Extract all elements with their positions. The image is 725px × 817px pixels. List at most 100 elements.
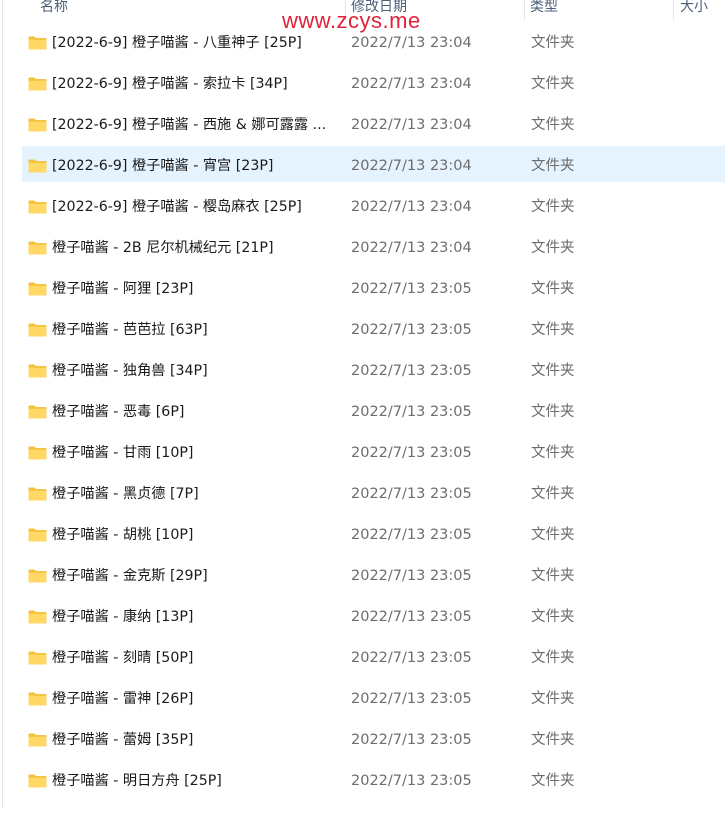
file-row[interactable]: 橙子喵酱 - 芭芭拉 [63P] 2022/7/13 23:05 文件夹 bbox=[0, 310, 725, 351]
file-name[interactable]: 橙子喵酱 - 胡桃 [10P] bbox=[52, 515, 342, 556]
file-row[interactable]: 橙子喵酱 - 明日方舟 [25P] 2022/7/13 23:05 文件夹 bbox=[0, 761, 725, 802]
file-list: [2022-6-9] 橙子喵酱 - 八重神子 [25P] 2022/7/13 23… bbox=[0, 23, 725, 802]
file-name[interactable]: 橙子喵酱 - 刻晴 [50P] bbox=[52, 638, 342, 679]
file-name[interactable]: 橙子喵酱 - 恶毒 [6P] bbox=[52, 392, 342, 433]
file-type: 文件夹 bbox=[531, 35, 575, 51]
column-name-header[interactable]: 名称 bbox=[40, 0, 68, 20]
folder-icon bbox=[28, 691, 47, 706]
file-explorer: 名称 修改日期 类型 大小 www.zcys.me [2022-6-9] 橙子喵… bbox=[0, 0, 725, 817]
file-modified-date: 2022/7/13 23:05 bbox=[351, 691, 472, 707]
column-divider[interactable] bbox=[524, 0, 525, 20]
file-type: 文件夹 bbox=[531, 568, 575, 584]
file-row[interactable]: 橙子喵酱 - 康纳 [13P] 2022/7/13 23:05 文件夹 bbox=[0, 597, 725, 638]
column-size-header[interactable]: 大小 bbox=[680, 0, 708, 20]
file-modified-date: 2022/7/13 23:04 bbox=[351, 76, 472, 92]
file-type: 文件夹 bbox=[531, 240, 575, 256]
file-type: 文件夹 bbox=[531, 404, 575, 420]
file-name[interactable]: 橙子喵酱 - 2B 尼尔机械纪元 [21P] bbox=[52, 228, 342, 269]
file-name[interactable]: 橙子喵酱 - 甘雨 [10P] bbox=[52, 433, 342, 474]
file-modified-date: 2022/7/13 23:05 bbox=[351, 445, 472, 461]
file-row[interactable]: [2022-6-9] 橙子喵酱 - 八重神子 [25P] 2022/7/13 23… bbox=[0, 23, 725, 64]
file-modified-date: 2022/7/13 23:05 bbox=[351, 568, 472, 584]
file-name[interactable]: 橙子喵酱 - 芭芭拉 [63P] bbox=[52, 310, 342, 351]
file-modified-date: 2022/7/13 23:05 bbox=[351, 773, 472, 789]
file-row[interactable]: [2022-6-9] 橙子喵酱 - 宵宫 [23P] 2022/7/13 23:0… bbox=[0, 146, 725, 187]
column-divider[interactable] bbox=[673, 0, 674, 20]
file-modified-date: 2022/7/13 23:04 bbox=[351, 117, 472, 133]
file-name[interactable]: [2022-6-9] 橙子喵酱 - 樱岛麻衣 [25P] bbox=[52, 187, 342, 228]
folder-icon bbox=[28, 281, 47, 296]
folder-icon bbox=[28, 322, 47, 337]
file-type: 文件夹 bbox=[531, 609, 575, 625]
file-row[interactable]: 橙子喵酱 - 雷神 [26P] 2022/7/13 23:05 文件夹 bbox=[0, 679, 725, 720]
file-modified-date: 2022/7/13 23:04 bbox=[351, 199, 472, 215]
file-name[interactable]: 橙子喵酱 - 阿狸 [23P] bbox=[52, 269, 342, 310]
file-type: 文件夹 bbox=[531, 732, 575, 748]
file-name[interactable]: 橙子喵酱 - 独角兽 [34P] bbox=[52, 351, 342, 392]
column-type-header[interactable]: 类型 bbox=[530, 0, 558, 20]
file-row[interactable]: 橙子喵酱 - 刻晴 [50P] 2022/7/13 23:05 文件夹 bbox=[0, 638, 725, 679]
file-modified-date: 2022/7/13 23:05 bbox=[351, 486, 472, 502]
folder-icon bbox=[28, 76, 47, 91]
file-name[interactable]: 橙子喵酱 - 蕾姆 [35P] bbox=[52, 720, 342, 761]
file-modified-date: 2022/7/13 23:05 bbox=[351, 732, 472, 748]
folder-icon bbox=[28, 117, 47, 132]
file-row[interactable]: 橙子喵酱 - 恶毒 [6P] 2022/7/13 23:05 文件夹 bbox=[0, 392, 725, 433]
file-name[interactable]: 橙子喵酱 - 黑贞德 [7P] bbox=[52, 474, 342, 515]
file-row[interactable]: 橙子喵酱 - 金克斯 [29P] 2022/7/13 23:05 文件夹 bbox=[0, 556, 725, 597]
file-row[interactable]: 橙子喵酱 - 蕾姆 [35P] 2022/7/13 23:05 文件夹 bbox=[0, 720, 725, 761]
file-row[interactable]: [2022-6-9] 橙子喵酱 - 樱岛麻衣 [25P] 2022/7/13 23… bbox=[0, 187, 725, 228]
file-name[interactable]: [2022-6-9] 橙子喵酱 - 八重神子 [25P] bbox=[52, 23, 342, 64]
folder-icon bbox=[28, 609, 47, 624]
file-modified-date: 2022/7/13 23:04 bbox=[351, 158, 472, 174]
file-row[interactable]: 橙子喵酱 - 黑贞德 [7P] 2022/7/13 23:05 文件夹 bbox=[0, 474, 725, 515]
file-modified-date: 2022/7/13 23:05 bbox=[351, 281, 472, 297]
file-row[interactable]: 橙子喵酱 - 独角兽 [34P] 2022/7/13 23:05 文件夹 bbox=[0, 351, 725, 392]
folder-icon bbox=[28, 773, 47, 788]
file-row[interactable]: 橙子喵酱 - 阿狸 [23P] 2022/7/13 23:05 文件夹 bbox=[0, 269, 725, 310]
folder-icon bbox=[28, 404, 47, 419]
file-type: 文件夹 bbox=[531, 117, 575, 133]
file-type: 文件夹 bbox=[531, 773, 575, 789]
folder-icon bbox=[28, 445, 47, 460]
folder-icon bbox=[28, 486, 47, 501]
file-modified-date: 2022/7/13 23:05 bbox=[351, 609, 472, 625]
file-name[interactable]: [2022-6-9] 橙子喵酱 - 宵宫 [23P] bbox=[52, 146, 342, 187]
file-modified-date: 2022/7/13 23:05 bbox=[351, 404, 472, 420]
file-row[interactable]: 橙子喵酱 - 2B 尼尔机械纪元 [21P] 2022/7/13 23:04 文件夹 bbox=[0, 228, 725, 269]
folder-icon bbox=[28, 568, 47, 583]
file-name[interactable]: 橙子喵酱 - 雷神 [26P] bbox=[52, 679, 342, 720]
file-type: 文件夹 bbox=[531, 281, 575, 297]
file-row[interactable]: 橙子喵酱 - 甘雨 [10P] 2022/7/13 23:05 文件夹 bbox=[0, 433, 725, 474]
file-modified-date: 2022/7/13 23:04 bbox=[351, 240, 472, 256]
file-type: 文件夹 bbox=[531, 199, 575, 215]
file-type: 文件夹 bbox=[531, 527, 575, 543]
file-name[interactable]: 橙子喵酱 - 金克斯 [29P] bbox=[52, 556, 342, 597]
file-row[interactable]: [2022-6-9] 橙子喵酱 - 索拉卡 [34P] 2022/7/13 23:… bbox=[0, 64, 725, 105]
file-modified-date: 2022/7/13 23:05 bbox=[351, 527, 472, 543]
folder-icon bbox=[28, 650, 47, 665]
file-modified-date: 2022/7/13 23:05 bbox=[351, 650, 472, 666]
file-modified-date: 2022/7/13 23:05 bbox=[351, 363, 472, 379]
file-row[interactable]: 橙子喵酱 - 胡桃 [10P] 2022/7/13 23:05 文件夹 bbox=[0, 515, 725, 556]
file-modified-date: 2022/7/13 23:04 bbox=[351, 35, 472, 51]
file-type: 文件夹 bbox=[531, 650, 575, 666]
folder-icon bbox=[28, 158, 47, 173]
file-row[interactable]: [2022-6-9] 橙子喵酱 - 西施 & 娜可露露 ... 2022/7/13… bbox=[0, 105, 725, 146]
file-name[interactable]: 橙子喵酱 - 康纳 [13P] bbox=[52, 597, 342, 638]
file-name[interactable]: [2022-6-9] 橙子喵酱 - 索拉卡 [34P] bbox=[52, 64, 342, 105]
file-type: 文件夹 bbox=[531, 486, 575, 502]
file-modified-date: 2022/7/13 23:05 bbox=[351, 322, 472, 338]
folder-icon bbox=[28, 199, 47, 214]
file-name[interactable]: 橙子喵酱 - 明日方舟 [25P] bbox=[52, 761, 342, 802]
folder-icon bbox=[28, 35, 47, 50]
file-type: 文件夹 bbox=[531, 158, 575, 174]
file-type: 文件夹 bbox=[531, 691, 575, 707]
file-type: 文件夹 bbox=[531, 322, 575, 338]
file-type: 文件夹 bbox=[531, 363, 575, 379]
file-type: 文件夹 bbox=[531, 445, 575, 461]
folder-icon bbox=[28, 363, 47, 378]
file-type: 文件夹 bbox=[531, 76, 575, 92]
folder-icon bbox=[28, 240, 47, 255]
file-name[interactable]: [2022-6-9] 橙子喵酱 - 西施 & 娜可露露 ... bbox=[52, 105, 342, 146]
